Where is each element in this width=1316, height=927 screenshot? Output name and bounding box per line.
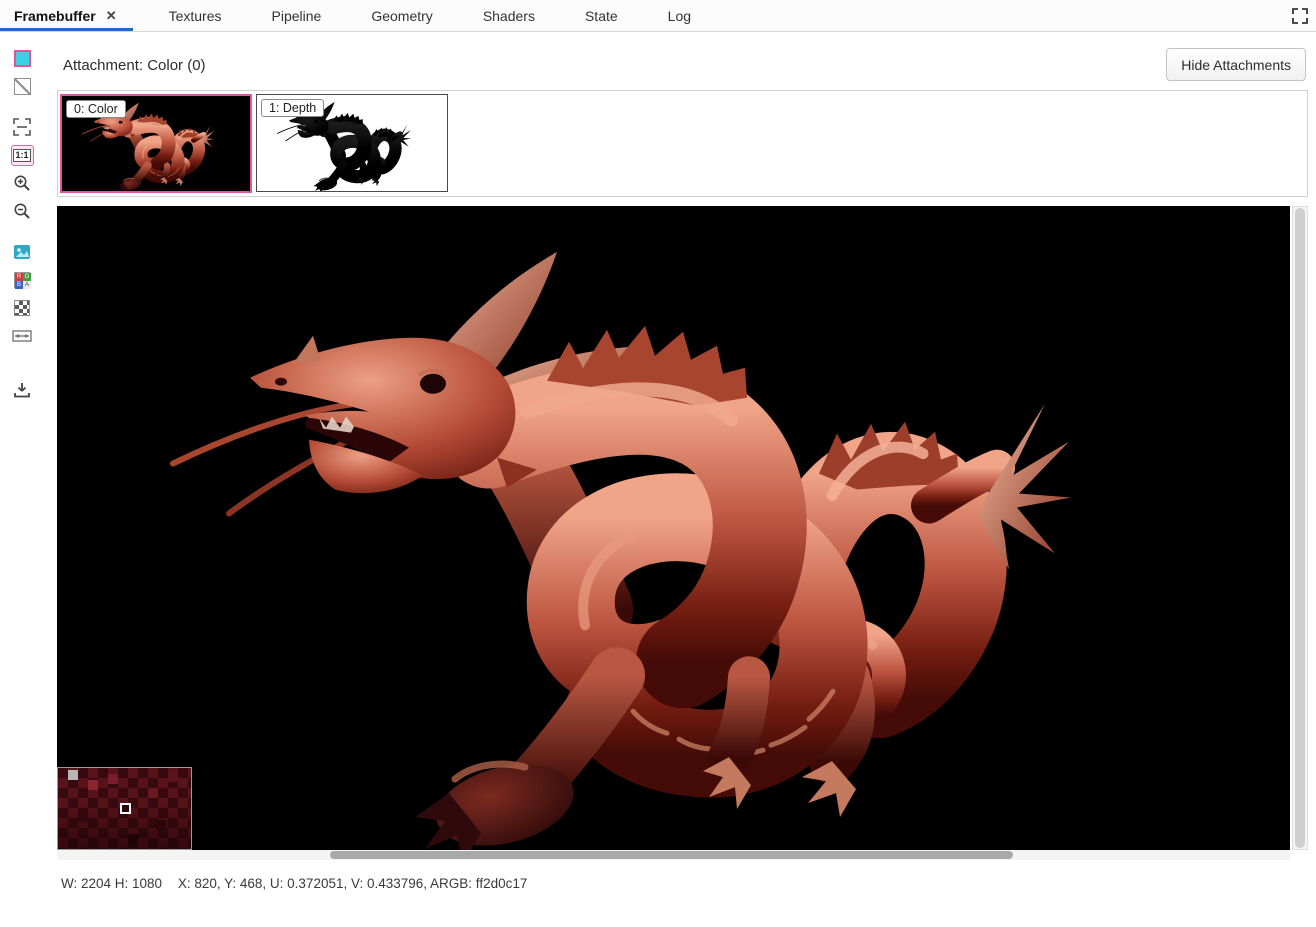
pixel-context-overlay xyxy=(57,767,192,850)
attachment-thumbnail-color[interactable]: 0: Color xyxy=(60,94,252,193)
texture-dimensions: W: 2204 H: 1080 xyxy=(61,876,162,891)
zoom-out-icon[interactable] xyxy=(8,198,36,224)
tab-state[interactable]: State xyxy=(571,0,632,31)
tab-log[interactable]: Log xyxy=(654,0,705,31)
attachment-thumbnail-depth[interactable]: 1: Depth xyxy=(256,94,448,192)
tab-textures[interactable]: Textures xyxy=(155,0,236,31)
fit-window-icon[interactable] xyxy=(8,114,36,140)
tab-framebuffer[interactable]: Framebuffer ✕ xyxy=(0,0,133,31)
attachment-badge: 1: Depth xyxy=(261,99,324,117)
attachment-label: Attachment: Color (0) xyxy=(63,57,206,74)
tab-geometry[interactable]: Geometry xyxy=(357,0,446,31)
tab-label: Framebuffer xyxy=(14,8,96,24)
texture-toolbar: 1:1 R G B A xyxy=(0,32,44,927)
zoom-in-icon[interactable] xyxy=(8,170,36,196)
alpha-checker-icon[interactable] xyxy=(8,295,36,321)
rgba-channels-icon[interactable]: R G B A xyxy=(8,267,36,293)
background-color-swatch[interactable] xyxy=(8,45,36,71)
tab-shaders[interactable]: Shaders xyxy=(469,0,549,31)
range-histogram-icon[interactable] xyxy=(8,323,36,349)
framebuffer-panel: Attachment: Color (0) Hide Attachments 0… xyxy=(44,32,1316,927)
picked-pixel-marker xyxy=(120,803,131,814)
zoom-actual-icon[interactable]: 1:1 xyxy=(8,142,36,168)
attachment-badge: 0: Color xyxy=(66,100,126,118)
image-overlay-icon[interactable] xyxy=(8,239,36,265)
hide-attachments-button[interactable]: Hide Attachments xyxy=(1166,48,1306,81)
statusbar: W: 2204 H: 1080 X: 820, Y: 468, U: 0.372… xyxy=(57,876,1308,891)
tab-pipeline[interactable]: Pipeline xyxy=(258,0,336,31)
horizontal-scrollbar[interactable] xyxy=(57,850,1290,860)
pixel-info: X: 820, Y: 468, U: 0.372051, V: 0.433796… xyxy=(178,876,528,891)
close-tab-icon[interactable]: ✕ xyxy=(104,8,119,23)
app-window: Framebuffer ✕ Textures Pipeline Geometry… xyxy=(0,0,1316,927)
tabbar: Framebuffer ✕ Textures Pipeline Geometry… xyxy=(0,0,1316,32)
checker-background-toggle[interactable] xyxy=(8,73,36,99)
vertical-scrollbar[interactable] xyxy=(1292,206,1308,850)
save-texture-icon[interactable] xyxy=(8,377,36,403)
texture-viewport[interactable] xyxy=(57,206,1290,850)
hscroll-thumb[interactable] xyxy=(330,851,1013,859)
attachments-panel: 0: Color 1: Depth xyxy=(57,90,1308,197)
fullscreen-icon[interactable] xyxy=(1284,0,1316,31)
